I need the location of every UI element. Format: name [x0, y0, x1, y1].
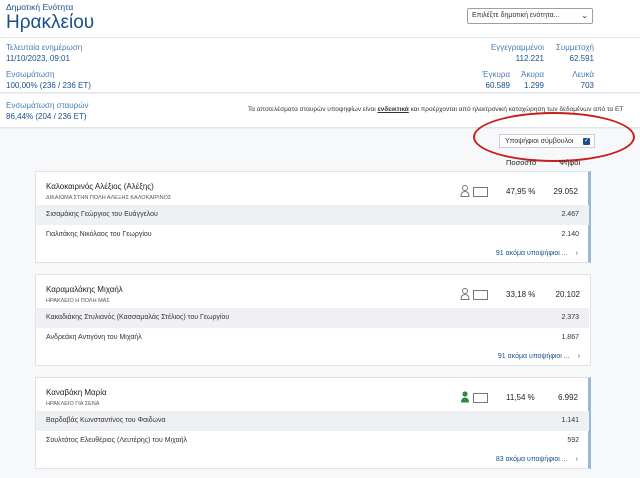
councillor-votes: 1.867: [561, 334, 579, 341]
person-icon: [460, 185, 470, 197]
candidate-party: ΗΡΑΚΛΕΙΟ ΓΙΑ ΣΕΝΑ: [46, 401, 100, 407]
compare-box[interactable]: [473, 187, 488, 197]
table-row: Ανδρεάκη Αντιγόνη του Μιχαήλ 1.867: [36, 328, 589, 348]
stats-section: Τελευταία ενημέρωση 11/10/2023, 09:01 Εν…: [0, 38, 640, 93]
chevron-down-icon: ⌄: [581, 11, 588, 20]
crosses-label: Ενσωμάτωση σταυρών: [6, 101, 89, 110]
valid-value: 60.589: [485, 81, 510, 90]
chevron-right-icon: ›: [575, 456, 578, 463]
integration-value: 100,00% (236 / 236 ΕΤ): [6, 81, 91, 90]
more-candidates-label: 91 ακόμα υποψήφιοι ...: [497, 353, 570, 360]
compare-box[interactable]: [473, 290, 488, 300]
registered-label: Εγγεγραμμένοι: [490, 43, 544, 52]
table-row: Σισαμάκης Γεώργιος του Ευάγγελου 2.467: [36, 205, 589, 225]
invalid-value: 1.299: [523, 81, 544, 90]
candidate-votes: 20.102: [555, 290, 580, 299]
more-candidates-label: 83 ακόμα υποψήφιοι ...: [495, 456, 568, 463]
more-candidates-link[interactable]: 91 ακόμα υποψήφιοι ... ›: [498, 353, 580, 360]
table-row: Βαρδαβάς Κωνσταντίνος του Φαιδωνα 1.141: [36, 411, 589, 431]
candidate-name: Καραμαλάκης Μιχαήλ: [46, 285, 123, 294]
candidate-name: Καναβάκη Μαρία: [46, 388, 107, 397]
invalid-label: Άκυρα: [521, 70, 544, 79]
blank-label: Λευκά: [572, 70, 594, 79]
compare-box[interactable]: [473, 393, 488, 403]
candidate-card: Καλοκαιρινός Αλέξιος (Αλέξης) ΔΙΚΑΙΩΜΑ Σ…: [35, 171, 591, 263]
chevron-right-icon: ›: [577, 353, 580, 360]
unit-select-placeholder: Επιλέξτε δημοτική ενότητα...: [472, 12, 560, 19]
more-candidates-label: 91 ακόμα υποψήφιοι ...: [495, 250, 568, 257]
integration-label: Ενσωμάτωση: [6, 70, 55, 79]
councillor-name: Βαρδαβάς Κωνσταντίνος του Φαιδωνα: [46, 417, 166, 424]
highlight-annotation: [473, 112, 635, 162]
column-percent: Ποσοστό: [506, 158, 537, 167]
candidate-name: Καλοκαιρινός Αλέξιος (Αλέξης): [46, 182, 154, 191]
candidate-card: Καραμαλάκης Μιχαήλ ΗΡΑΚΛΕΙΟ Η ΠΟΛΗ ΜΑΣ 3…: [35, 274, 591, 366]
candidate-party: ΗΡΑΚΛΕΙΟ Η ΠΟΛΗ ΜΑΣ: [46, 298, 110, 304]
candidate-percent: 47,95 %: [506, 187, 536, 196]
candidate-percent: 11,54 %: [506, 393, 535, 402]
valid-label: Έγκυρα: [482, 70, 510, 79]
more-candidates-link[interactable]: 91 ακόμα υποψήφιοι ... ›: [496, 250, 578, 257]
candidate-card: Καναβάκη Μαρία ΗΡΑΚΛΕΙΟ ΓΙΑ ΣΕΝΑ 11,54 %…: [35, 377, 591, 469]
councillor-name: Ανδρεάκη Αντιγόνη του Μιχαήλ: [46, 334, 142, 341]
councillor-name: Γιαλιτάκης Νικόλαος του Γεωργίου: [46, 231, 152, 238]
candidate-votes: 29.052: [553, 187, 578, 196]
candidate-percent: 33,18 %: [506, 290, 536, 299]
last-update-label: Τελευταία ενημέρωση: [6, 43, 83, 52]
turnout-label: Συμμετοχή: [555, 43, 594, 52]
table-row: Γιαλιτάκης Νικόλαος του Γεωργίου 2.140: [36, 225, 589, 245]
councillor-name: Σουλτάτος Ελευθέριος (Λευτέρης) του Μιχα…: [46, 437, 188, 444]
more-candidates-link[interactable]: 83 ακόμα υποψήφιοι ... ›: [496, 456, 578, 463]
notice-text-pre: Τα αποτελέσματα σταυρών υποψηφίων είναι: [248, 106, 378, 113]
councillor-name: Κακαδιάκης Στυλιανός (Κασσαμαλάς Στέλιος…: [46, 314, 230, 321]
person-icon: [461, 391, 469, 403]
notice-text-post: και προέρχονται από ηλεκτρονική καταχώρη…: [408, 106, 624, 113]
blank-value: 703: [580, 81, 594, 90]
councillor-votes: 1.141: [561, 417, 579, 424]
table-row: Κακαδιάκης Στυλιανός (Κασσαμαλάς Στέλιος…: [36, 308, 589, 328]
unit-select[interactable]: Επιλέξτε δημοτική ενότητα... ⌄: [467, 8, 593, 24]
crosses-value: 86,44% (204 / 236 ΕΤ): [6, 112, 87, 121]
councillor-votes: 592: [567, 437, 579, 444]
councillor-votes: 2.373: [561, 314, 579, 321]
turnout-value: 62.591: [569, 54, 594, 63]
chevron-right-icon: ›: [575, 250, 578, 257]
unit-subtitle: Δημοτική Ενότητα: [6, 2, 74, 12]
last-update-value: 11/10/2023, 09:01: [6, 54, 70, 63]
councillor-votes: 2.467: [561, 211, 579, 218]
candidate-party: ΔΙΚΑΙΩΜΑ ΣΤΗΝ ΠΟΛΗ ΑΛΕΞΗΣ ΚΑΛΟΚΑΙΡΙΝΟΣ: [46, 195, 172, 201]
notice-emphasis: ενδεικτικά: [377, 106, 409, 113]
page-title: Ηρακλείου: [6, 12, 95, 33]
candidate-votes: 6.992: [557, 393, 578, 402]
header-bar: Δημοτική Ενότητα Ηρακλείου Επιλέξτε δημο…: [0, 0, 640, 38]
column-votes: Ψήφοι: [559, 158, 581, 167]
person-icon: [460, 288, 470, 300]
table-row: Σουλτάτος Ελευθέριος (Λευτέρης) του Μιχα…: [36, 431, 589, 451]
councillor-name: Σισαμάκης Γεώργιος του Ευάγγελου: [46, 211, 158, 218]
councillor-votes: 2.140: [561, 231, 579, 238]
registered-value: 112.221: [515, 54, 544, 63]
